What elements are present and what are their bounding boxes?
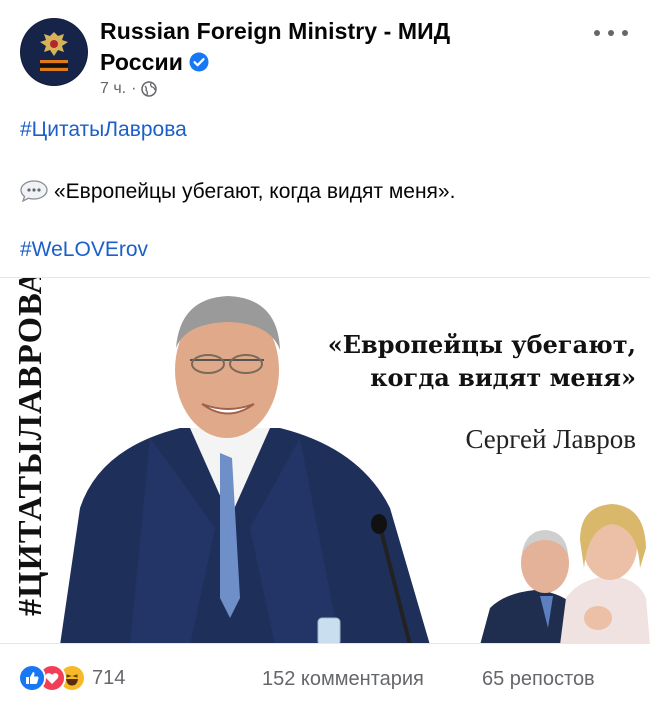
speech-bubble-icon [20, 180, 48, 202]
globe-icon [141, 81, 158, 97]
page-name[interactable]: Russian Foreign Ministry - МИД России [100, 16, 530, 78]
image-quote-line1: «Европейцы убегают, [327, 330, 636, 359]
timestamp[interactable]: 7 ч. [100, 80, 126, 98]
more-options-button[interactable] [594, 22, 628, 44]
more-icon-dot [594, 30, 600, 36]
post-meta: 7 ч. · [100, 80, 158, 98]
more-icon-dot [608, 30, 614, 36]
hashtag-bottom-line: #WeLOVErov [20, 236, 148, 264]
quote-line: «Европейцы убегают, когда видят меня». [20, 178, 455, 206]
post-header: Russian Foreign Ministry - МИД России 7 … [0, 0, 650, 110]
image-quote-author: Сергей Лавров [465, 424, 636, 454]
more-icon-dot [622, 30, 628, 36]
shares-count-link[interactable]: 65 репостов [482, 668, 595, 691]
page-avatar[interactable] [20, 18, 88, 86]
hashtag-welove[interactable]: #WeLOVErov [20, 238, 148, 261]
reaction-count: 714 [92, 666, 126, 689]
third-figure [560, 504, 650, 643]
separator: · [131, 80, 137, 97]
image-quote-line2: когда видят меня» [370, 363, 636, 392]
post-image[interactable]: #ЦИТАТЫЛАВРОВА «Европейцы убегают, когда… [0, 277, 650, 644]
coat-of-arms-icon [21, 19, 87, 85]
post-footer: 714 152 комментария 65 репостов [0, 656, 650, 700]
post-quote-text: «Европейцы убегают, когда видят меня». [54, 180, 456, 203]
image-vertical-hashtag: #ЦИТАТЫЛАВРОВА [12, 277, 49, 616]
page-name-line1: Russian Foreign Ministry - МИД [100, 18, 451, 44]
hashtag-lavrov-quotes[interactable]: #ЦитатыЛаврова [20, 118, 187, 141]
hashtag-top-line: #ЦитатыЛаврова [20, 116, 187, 144]
verified-icon [189, 52, 209, 72]
page-name-line2: России [100, 49, 183, 75]
comments-count-link[interactable]: 152 комментария [262, 668, 424, 691]
like-icon [18, 664, 46, 692]
image-quote: «Европейцы убегают, когда видят меня» [296, 328, 636, 394]
reactions-summary[interactable]: 714 [18, 664, 125, 692]
